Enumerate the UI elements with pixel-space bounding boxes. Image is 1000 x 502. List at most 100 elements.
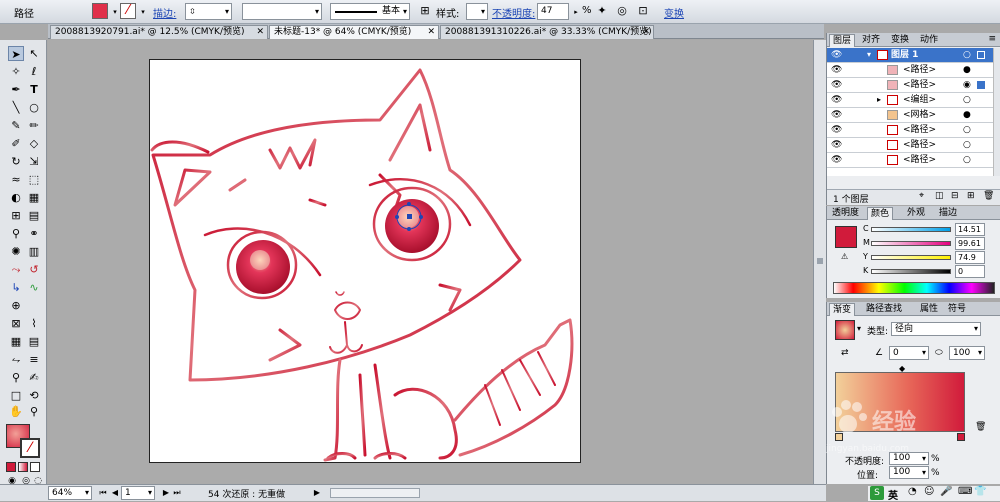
tab-color[interactable]: 颜色	[867, 207, 894, 220]
print-tiling-tool-icon[interactable]: ⟲	[26, 388, 42, 403]
opacity-link[interactable]: 不透明度:	[492, 5, 535, 20]
layer-row[interactable]: 👁 <路径> ○	[827, 153, 993, 168]
target-icon[interactable]: ○	[963, 48, 971, 62]
artboard-tool-icon[interactable]: ⊠	[8, 316, 24, 331]
style-swatch[interactable]: ▾	[466, 3, 488, 20]
scroll-thumb[interactable]	[817, 258, 823, 264]
recolor-icon[interactable]: ✦	[595, 4, 609, 18]
locate-object-icon[interactable]: ⌖	[919, 191, 924, 201]
brush-profile-select[interactable]: 基本 ▾	[330, 3, 410, 20]
color-mode-button[interactable]	[6, 462, 16, 472]
blob-brush-tool-icon[interactable]: ✐	[8, 136, 24, 151]
magic-wand-tool-icon[interactable]: ✧	[8, 64, 24, 79]
status-menu-icon[interactable]: ▶	[310, 486, 324, 500]
visibility-icon[interactable]: 👁	[831, 138, 842, 152]
clipping-mask-icon[interactable]: ◫	[935, 191, 944, 201]
channel-c-slider[interactable]	[871, 227, 951, 232]
visibility-icon[interactable]: 👁	[831, 108, 842, 122]
width-tool-icon[interactable]: ⤳	[8, 262, 24, 277]
layer-row[interactable]: 👁 ▾ 图层 1 ○	[827, 48, 993, 63]
paintbrush-tool-icon[interactable]: ✎	[8, 118, 24, 133]
channel-k-slider[interactable]	[871, 269, 951, 274]
eyedropper-tool-icon[interactable]: ⚲	[8, 226, 24, 241]
close-icon[interactable]: ✕	[256, 26, 264, 39]
expand-icon[interactable]: ▸	[877, 93, 881, 107]
line-tool-icon[interactable]: ╲	[8, 100, 24, 115]
tab-gradient[interactable]: 渐变	[829, 303, 856, 316]
layer-row[interactable]: 👁 <路径> ○	[827, 123, 993, 138]
tab-pathfinder[interactable]: 路径查找	[863, 303, 905, 316]
target-icon[interactable]: ○	[963, 153, 971, 167]
transform-link[interactable]: 变换	[664, 5, 684, 20]
fill-swatch[interactable]	[92, 3, 108, 19]
tab-symbols[interactable]: 符号	[945, 303, 969, 316]
rectangle-tool-icon[interactable]: □	[8, 388, 24, 403]
horizontal-scrollbar[interactable]	[330, 488, 420, 498]
ellipse-tool-icon[interactable]: ○	[26, 100, 42, 115]
hand-tool-icon[interactable]: ✋	[8, 404, 24, 419]
rotate-tool-icon[interactable]: ↻	[8, 154, 24, 169]
skin-icon[interactable]: 👕	[974, 486, 986, 497]
stroke-color-box[interactable]: ⁄	[20, 438, 40, 458]
scale-tool-icon[interactable]: ⇲	[26, 154, 42, 169]
direct-selection-tool-icon[interactable]: ↖	[26, 46, 42, 61]
angle-input[interactable]: 0 ▾	[889, 346, 929, 360]
new-layer-icon[interactable]: ⊞	[967, 191, 975, 201]
page-select[interactable]: 1 ▾	[121, 486, 155, 500]
zoom-in-tool-icon[interactable]: ✍	[26, 370, 42, 385]
scissors-tool-icon[interactable]: ≡	[26, 352, 42, 367]
type-tool-icon[interactable]: T	[26, 82, 42, 97]
graph-tool-icon[interactable]: ▦	[8, 334, 24, 349]
channel-y-slider[interactable]	[871, 255, 951, 260]
new-sublayer-icon[interactable]: ⊟	[951, 191, 959, 201]
gradient-type-select[interactable]: 径向 ▾	[891, 322, 981, 336]
bar-graph-tool-icon[interactable]: ▤	[26, 334, 42, 349]
sogou-icon[interactable]: S	[870, 486, 884, 500]
eraser-tool-icon[interactable]: ◇	[26, 136, 42, 151]
channel-c-value[interactable]: 14.51	[955, 223, 985, 236]
stroke-weight-field[interactable]: ⇳ ▾	[185, 3, 232, 20]
brush-options-icon[interactable]: ⊞	[418, 4, 432, 18]
doc-tab-1[interactable]: 2008813920791.ai* @ 12.5% (CMYK/预览) ✕	[50, 25, 268, 39]
tab-attributes[interactable]: 属性	[917, 303, 941, 316]
doc-tab-2[interactable]: 未标题-13* @ 64% (CMYK/预览) ✕	[269, 25, 439, 39]
tab-transparency[interactable]: 透明度	[829, 207, 862, 220]
selection-tool-icon[interactable]: ➤	[8, 46, 24, 61]
gradient-swatch[interactable]	[835, 320, 855, 340]
none-mode-button[interactable]	[30, 462, 40, 472]
opacity-input[interactable]: 47	[537, 3, 569, 20]
pen-tool-icon[interactable]: ✒	[8, 82, 24, 97]
gradient-stop-end[interactable]	[957, 433, 965, 441]
target-icon[interactable]: ●	[963, 63, 971, 77]
free-transform-tool-icon[interactable]: ⬚	[26, 172, 42, 187]
tab-actions[interactable]: 动作	[917, 34, 941, 47]
visibility-icon[interactable]: 👁	[831, 63, 842, 77]
visibility-icon[interactable]: 👁	[831, 78, 842, 92]
close-icon[interactable]: ✕	[642, 26, 650, 39]
visibility-icon[interactable]: 👁	[831, 93, 842, 107]
isolate-icon[interactable]: ◎	[615, 4, 629, 18]
ime-language[interactable]: 英	[888, 487, 898, 502]
layer-row[interactable]: 👁 <路径> ●	[827, 63, 993, 78]
lasso-tool-icon[interactable]: ℓ	[26, 64, 42, 79]
reverse-gradient-icon[interactable]: ⇄	[841, 348, 849, 358]
variable-width-select[interactable]: ▾	[242, 3, 322, 20]
layers-scrollbar[interactable]	[993, 48, 1000, 176]
zoom-tool-icon[interactable]: ⚲	[26, 404, 42, 419]
fill-color-swatch[interactable]	[835, 226, 857, 248]
symbol-sprayer-tool-icon[interactable]: ✺	[8, 244, 24, 259]
tab-transform[interactable]: 变换	[888, 34, 912, 47]
measure-tool-icon[interactable]: ⚲	[8, 370, 24, 385]
channel-k-value[interactable]: 0	[955, 265, 985, 278]
panel-menu-icon[interactable]: ≡	[988, 34, 996, 44]
last-page-icon[interactable]: ⏭	[170, 486, 184, 500]
prev-page-icon[interactable]: ◀	[108, 486, 122, 500]
visibility-icon[interactable]: 👁	[831, 153, 842, 167]
opacity-dropdown-icon[interactable]: ▸	[569, 5, 583, 19]
stop-location-input[interactable]: 100 ▾	[889, 466, 929, 479]
doc-tab-3[interactable]: 2008813913102​26.ai* @ 33.33% (CMYK/预览) ✕	[440, 25, 654, 39]
keyboard-icon[interactable]: ⌨	[958, 486, 972, 497]
punctuation-icon[interactable]: ◔	[908, 486, 917, 497]
pencil-tool-icon[interactable]: ✏	[26, 118, 42, 133]
gradient-tool-icon[interactable]: ▤	[26, 208, 42, 223]
